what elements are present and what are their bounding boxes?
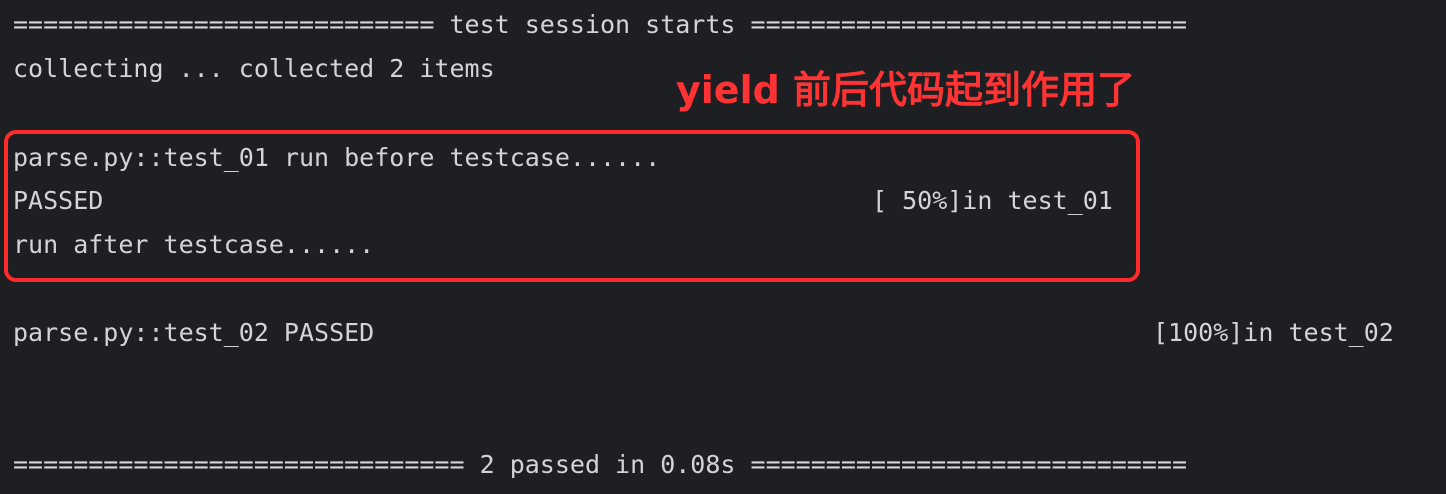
- test01-progress: [ 50%]in test_01: [872, 186, 1113, 215]
- test01-status: PASSED: [13, 186, 104, 215]
- collecting-line: collecting ... collected 2 items: [13, 54, 495, 83]
- annotation-label: yield 前后代码起到作用了: [676, 68, 1136, 112]
- summary-line: ============================== 2 passed …: [13, 450, 1187, 479]
- test01-after-line: run after testcase......: [13, 230, 375, 259]
- test02-progress: [100%]in test_02: [1153, 318, 1394, 347]
- test01-line: parse.py::test_01 run before testcase...…: [13, 143, 661, 172]
- test02-line: parse.py::test_02 PASSED: [13, 318, 375, 347]
- session-header: ============================ test sessio…: [13, 10, 1187, 39]
